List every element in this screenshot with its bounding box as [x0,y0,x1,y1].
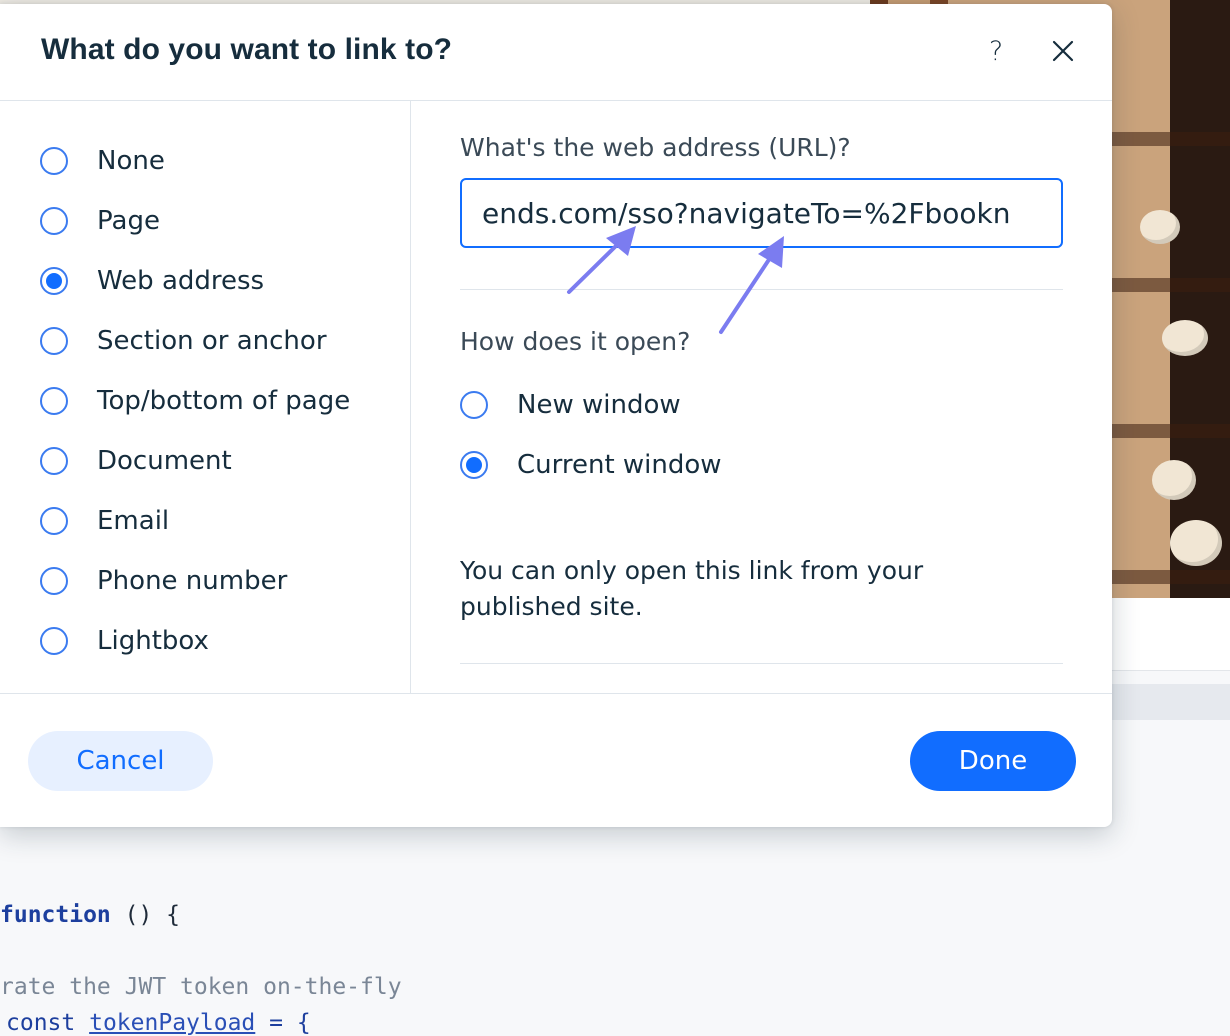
link-type-label: Page [97,206,160,236]
link-type-page[interactable]: Page [40,204,160,238]
open-option-label: New window [517,390,681,420]
code-line: function () { [0,902,180,928]
radio-button[interactable] [460,391,488,419]
web-address-panel: What's the web address (URL)? How does i… [411,101,1112,693]
radio-button[interactable] [40,327,68,355]
link-type-label: None [97,146,165,176]
divider [460,663,1063,664]
open-mode-label: How does it open? [460,327,691,356]
dialog-footer: Cancel Done [0,693,1112,827]
link-type-top-bottom[interactable]: Top/bottom of page [40,384,350,418]
radio-button[interactable] [40,447,68,475]
link-type-label: Email [97,506,170,536]
link-dialog: What do you want to link to? ? None Page… [0,4,1112,827]
radio-button-selected[interactable] [40,267,68,295]
radio-button[interactable] [40,507,68,535]
help-button[interactable]: ? [977,32,1015,70]
link-type-list: None Page Web address Section or anchor … [0,101,411,693]
radio-button[interactable] [40,207,68,235]
open-option-label: Current window [517,450,722,480]
open-new-window[interactable]: New window [460,388,681,422]
link-type-section-anchor[interactable]: Section or anchor [40,324,327,358]
link-type-label: Web address [97,266,265,296]
background-pot [1152,460,1196,500]
radio-button-selected[interactable] [460,451,488,479]
radio-button[interactable] [40,567,68,595]
radio-button[interactable] [40,627,68,655]
background-panel [1112,598,1230,671]
link-type-email[interactable]: Email [40,504,169,538]
open-current-window[interactable]: Current window [460,448,722,482]
link-type-none[interactable]: None [40,144,165,178]
link-type-label: Top/bottom of page [97,386,351,416]
close-icon [1052,40,1074,62]
link-type-label: Document [97,446,232,476]
code-comment-line: rate the JWT token on-the-fly [0,974,402,1000]
code-line: const tokenPayload = { [0,1010,311,1036]
link-type-label: Section or anchor [97,326,327,356]
published-site-note: You can only open this link from your pu… [460,556,924,621]
link-type-web-address[interactable]: Web address [40,264,264,298]
done-button[interactable]: Done [910,731,1076,791]
link-type-phone[interactable]: Phone number [40,564,287,598]
code-variable: tokenPayload [89,1010,256,1036]
dialog-title: What do you want to link to? [41,33,453,66]
dialog-header: What do you want to link to? ? [0,4,1112,101]
background-bar [1112,684,1230,720]
code-keyword: const [6,1010,76,1036]
background-pot [1140,210,1180,244]
url-input[interactable] [460,178,1063,248]
background-pot [1170,520,1222,566]
background-pot [1162,320,1208,356]
url-field-label: What's the web address (URL)? [460,133,851,162]
close-button[interactable] [1044,32,1082,70]
divider [460,289,1063,290]
code-text: () { [110,902,181,928]
radio-button[interactable] [40,387,68,415]
cancel-button[interactable]: Cancel [28,731,213,791]
code-text: = { [255,1010,311,1036]
link-type-label: Lightbox [97,626,209,656]
help-icon: ? [988,35,1004,67]
code-keyword: function [0,902,111,928]
radio-button[interactable] [40,147,68,175]
link-type-label: Phone number [97,566,288,596]
link-type-lightbox[interactable]: Lightbox [40,624,209,658]
link-type-document[interactable]: Document [40,444,232,478]
